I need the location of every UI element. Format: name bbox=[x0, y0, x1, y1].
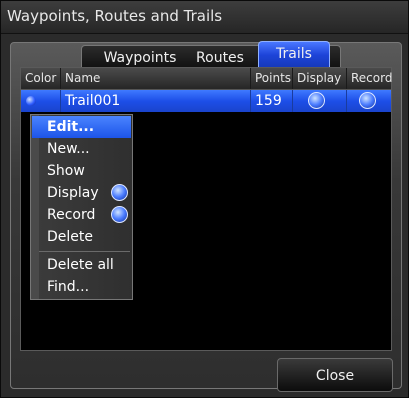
display-toggle-icon[interactable] bbox=[308, 92, 325, 109]
dialog-window: Waypoints, Routes and Trails Waypoints R… bbox=[0, 0, 409, 398]
title-bar: Waypoints, Routes and Trails bbox=[1, 1, 408, 34]
menu-item-display[interactable]: Display bbox=[32, 182, 131, 204]
menu-item-label: Show bbox=[47, 163, 85, 179]
column-header-name[interactable]: Name bbox=[61, 68, 251, 89]
column-header-display[interactable]: Display bbox=[293, 68, 347, 89]
trail-name-cell: Trail001 bbox=[61, 90, 251, 112]
table-row[interactable]: Trail001 159 bbox=[21, 90, 391, 112]
trail-record-cell[interactable] bbox=[347, 90, 391, 112]
column-header-points[interactable]: Points bbox=[251, 68, 293, 89]
menu-item-record[interactable]: Record bbox=[32, 204, 131, 226]
display-toggle-icon bbox=[111, 184, 128, 201]
table-header: Color Name Points Display Record bbox=[21, 68, 392, 90]
trail-points-cell: 159 bbox=[251, 90, 293, 112]
menu-item-label: Display bbox=[47, 185, 99, 201]
menu-item-label: Edit... bbox=[47, 119, 95, 135]
menu-item-label: Delete all bbox=[47, 257, 114, 273]
color-dot-icon bbox=[26, 96, 36, 106]
menu-item-new[interactable]: New... bbox=[32, 138, 131, 160]
close-button[interactable]: Close bbox=[277, 358, 393, 392]
column-header-color[interactable]: Color bbox=[21, 68, 61, 89]
menu-item-label: Delete bbox=[47, 229, 93, 245]
tab-trails[interactable]: Trails bbox=[258, 41, 330, 68]
menu-item-delete[interactable]: Delete bbox=[32, 226, 131, 248]
menu-item-label: New... bbox=[47, 141, 90, 157]
column-header-record[interactable]: Record bbox=[347, 68, 392, 89]
record-toggle-icon bbox=[111, 206, 128, 223]
menu-separator bbox=[39, 251, 130, 252]
menu-item-label: Find... bbox=[47, 279, 90, 295]
menu-item-delete-all[interactable]: Delete all bbox=[32, 254, 131, 276]
trail-display-cell[interactable] bbox=[293, 90, 347, 112]
record-toggle-icon[interactable] bbox=[359, 92, 376, 109]
menu-item-show[interactable]: Show bbox=[32, 160, 131, 182]
dialog-title: Waypoints, Routes and Trails bbox=[7, 7, 223, 25]
context-menu: Edit... New... Show Display Record Delet… bbox=[30, 114, 133, 300]
menu-item-find[interactable]: Find... bbox=[32, 276, 131, 298]
trail-color-cell bbox=[21, 90, 61, 112]
menu-item-label: Record bbox=[47, 207, 96, 223]
menu-item-edit[interactable]: Edit... bbox=[32, 116, 131, 138]
